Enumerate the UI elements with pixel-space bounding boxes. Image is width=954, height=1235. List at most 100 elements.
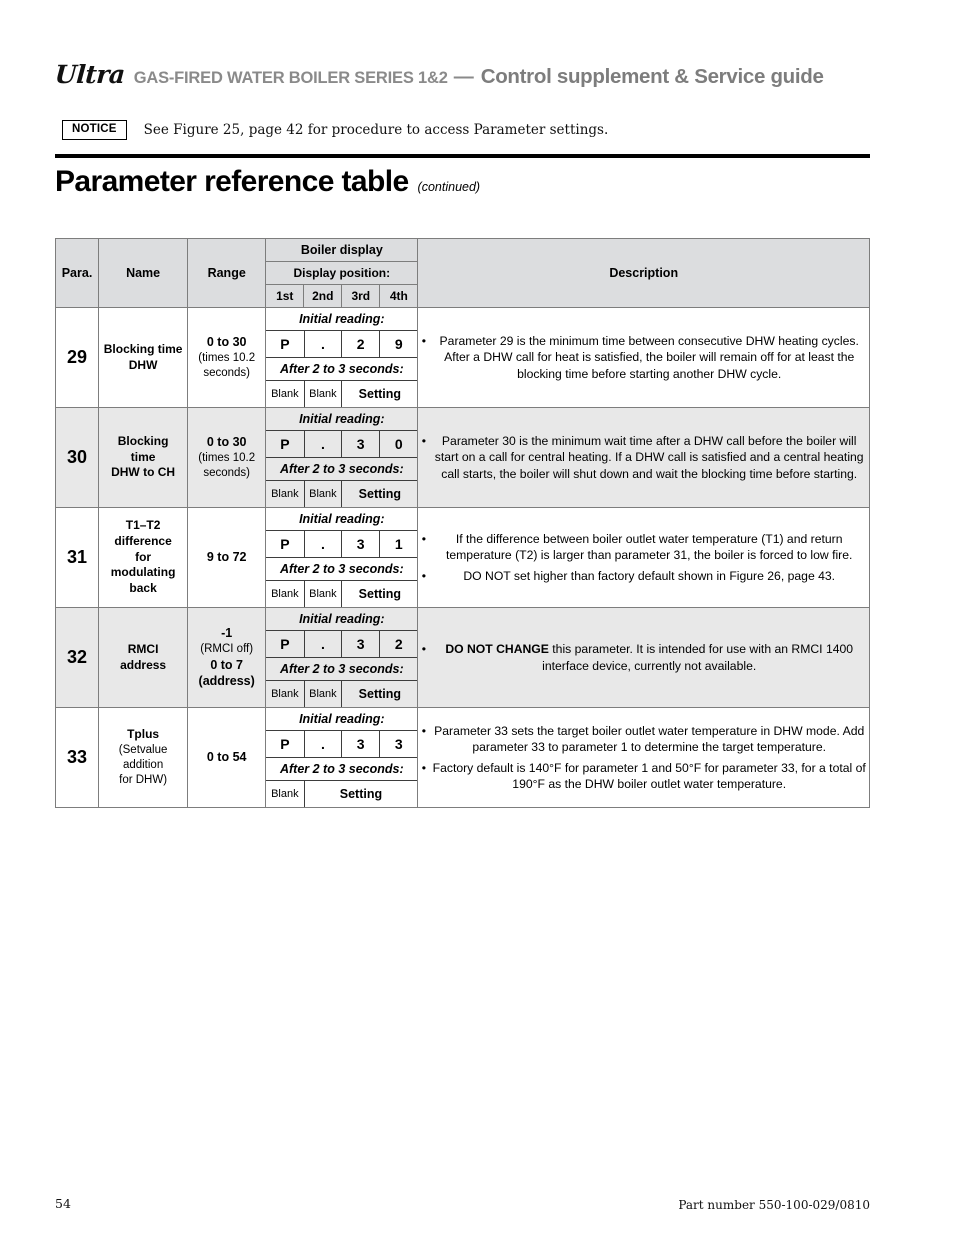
display-setting-row: Blank Blank Setting — [266, 480, 418, 507]
page-title: Parameter reference table — [55, 165, 409, 198]
table-body: 29 Blocking time DHW 0 to 30 (times 10.2 seco… — [54, 307, 870, 808]
description-text: DO NOT CHANGE this parameter. It is inte… — [429, 641, 869, 673]
range-line: (times 10.2 — [198, 451, 256, 464]
display-setting-row: Blank Blank Setting — [266, 680, 418, 707]
display-blank-cell: Blank — [303, 580, 343, 607]
display-digit: P — [266, 630, 305, 658]
name-line: modulating — [110, 565, 176, 580]
display-digit: . — [303, 730, 343, 758]
header-position-4th: 4th — [379, 284, 419, 308]
description-bold-lead: DO NOT CHANGE — [445, 642, 549, 657]
cell-boiler-display: Initial reading: P. 2 9 After 2 to 3 seconds… — [265, 307, 419, 408]
display-label-row: Initial reading: — [266, 308, 418, 331]
boiler-display-grid: Initial reading: P. 3 3 After 2 to 3 seconds… — [266, 708, 418, 807]
header-description: Description — [417, 238, 870, 308]
display-label-row: After 2 to 3 seconds: — [266, 657, 418, 681]
range-line: seconds) — [203, 366, 251, 379]
cell-parameter-range: 0 to 30 (times 10.2 seconds) — [187, 307, 267, 408]
boiler-display-grid: Initial reading: P. 2 9 After 2 to 3 seconds… — [266, 308, 418, 407]
footer-page-number: 54 — [55, 1196, 71, 1211]
display-setting-cell: Setting — [341, 380, 418, 407]
boiler-display-grid: Initial reading: P. 3 2 After 2 to 3 seconds… — [266, 608, 418, 707]
display-label-row: After 2 to 3 seconds: — [266, 757, 418, 781]
name-line: DHW to CH — [111, 465, 176, 480]
name-line: Tplus — [127, 726, 160, 741]
cell-parameter-number: 31 — [54, 507, 100, 608]
display-label-row: Initial reading: — [266, 708, 418, 731]
product-line-label: GAS-FIRED WATER BOILER SERIES 1&2 — [133, 69, 448, 87]
parameter-reference-table: Para. Name Range Boiler display Descript… — [54, 238, 870, 808]
display-blank-cell: Blank — [303, 380, 343, 407]
description-text: Parameter 30 is the minimum wait time af… — [434, 434, 864, 481]
guide-title: Control supplement & Service guide — [480, 65, 824, 88]
display-setting-cell: Setting — [341, 480, 418, 507]
display-setting-cell: Setting — [303, 780, 418, 807]
range-line: 0 to 30 — [206, 435, 247, 450]
display-digit: 1 — [379, 530, 418, 558]
cell-parameter-range: -1 (RMCI off) 0 to 7 (address) — [187, 607, 267, 708]
display-digit: 2 — [379, 630, 418, 658]
description-bullet: • Parameter 29 is the minimum time betwee… — [418, 333, 869, 382]
notice-block: NOTICE See Figure 25, page 42 for proced… — [62, 120, 608, 140]
header-range: Range — [187, 238, 267, 308]
display-digit: 3 — [341, 530, 381, 558]
boiler-display-grid: Initial reading: P. 3 0 After 2 to 3 seconds… — [266, 408, 418, 507]
display-setting-row: Blank Setting — [266, 780, 418, 807]
cell-parameter-name: RMCI address — [98, 607, 189, 708]
cell-boiler-display: Initial reading: P. 3 2 After 2 to 3 seconds… — [265, 607, 419, 708]
display-digit: . — [303, 630, 343, 658]
bullet-icon: • — [421, 568, 427, 583]
display-setting-cell: Setting — [341, 680, 418, 707]
name-line: DHW — [128, 357, 158, 372]
cell-parameter-name: Blocking time DHW to CH — [98, 407, 189, 508]
label-after-seconds: After 2 to 3 seconds: — [266, 457, 418, 481]
display-blank-cell: Blank — [266, 380, 305, 407]
cell-parameter-number: 30 — [54, 407, 100, 508]
display-digit: 0 — [379, 430, 418, 458]
cell-parameter-range: 0 to 30 (times 10.2 seconds) — [187, 407, 267, 508]
label-initial-reading: Initial reading: — [266, 608, 418, 631]
header-boiler-display: Boiler display — [265, 238, 419, 262]
table-header-row-1: Para. Name Range Boiler display Descript… — [54, 238, 870, 308]
cell-description: • DO NOT CHANGE this parameter. It is int… — [417, 607, 870, 708]
display-digits-row: P.31 — [266, 530, 418, 558]
display-blank-cell: Blank — [303, 480, 343, 507]
footer-part-number: Part number 550-100-029/0810 — [678, 1198, 870, 1212]
description-bullet: • DO NOT CHANGE this parameter. It is int… — [418, 641, 869, 673]
range-line: 0 to 7 — [210, 657, 243, 672]
name-line: for — [135, 549, 152, 564]
name-line: difference — [114, 533, 172, 548]
display-blank-cell: Blank — [266, 680, 305, 707]
header-name: Name — [98, 238, 189, 308]
bullet-icon: • — [421, 532, 427, 547]
bullet-icon: • — [421, 760, 427, 775]
header-dash: — — [453, 66, 474, 88]
header-position-2nd: 2nd — [303, 284, 343, 308]
cell-boiler-display: Initial reading: P. 3 1 After 2 to 3 seconds… — [265, 507, 419, 608]
description-text: DO NOT set higher than factory default s… — [463, 568, 836, 583]
range-line: -1 — [221, 626, 233, 641]
label-after-seconds: After 2 to 3 seconds: — [266, 757, 418, 781]
table-row: 29 Blocking time DHW 0 to 30 (times 10.2 seco… — [54, 307, 870, 408]
name-line: addition — [122, 758, 164, 771]
name-line: Blocking — [117, 433, 169, 448]
header-para: Para. — [54, 238, 100, 308]
boiler-display-grid: Initial reading: P. 3 1 After 2 to 3 seconds… — [266, 508, 418, 607]
name-line: back — [129, 581, 157, 596]
display-digit: P — [266, 730, 305, 758]
description-text: If the difference between boiler outlet … — [445, 532, 853, 563]
range-line: 0 to 30 — [206, 335, 247, 350]
bullet-icon: • — [421, 334, 427, 349]
display-digit: 9 — [379, 330, 418, 358]
range-line: (times 10.2 — [198, 351, 256, 364]
table-row: 30 Blocking time DHW to CH 0 to 30 (times 10.… — [54, 407, 870, 508]
label-after-seconds: After 2 to 3 seconds: — [266, 557, 418, 581]
cell-parameter-name: Tplus (Setvalue addition for DHW) — [98, 707, 189, 808]
cell-description: • Parameter 29 is the minimum time betwee… — [417, 307, 870, 408]
cell-boiler-display: Initial reading: P. 3 0 After 2 to 3 seconds… — [265, 407, 419, 508]
table-row: 32 RMCI address -1 (RMCI off) 0 to 7 (address)… — [54, 607, 870, 708]
label-initial-reading: Initial reading: — [266, 308, 418, 331]
name-line: time — [130, 449, 156, 464]
description-text: Parameter 29 is the minimum time between… — [439, 334, 859, 381]
bullet-icon: • — [421, 434, 427, 449]
